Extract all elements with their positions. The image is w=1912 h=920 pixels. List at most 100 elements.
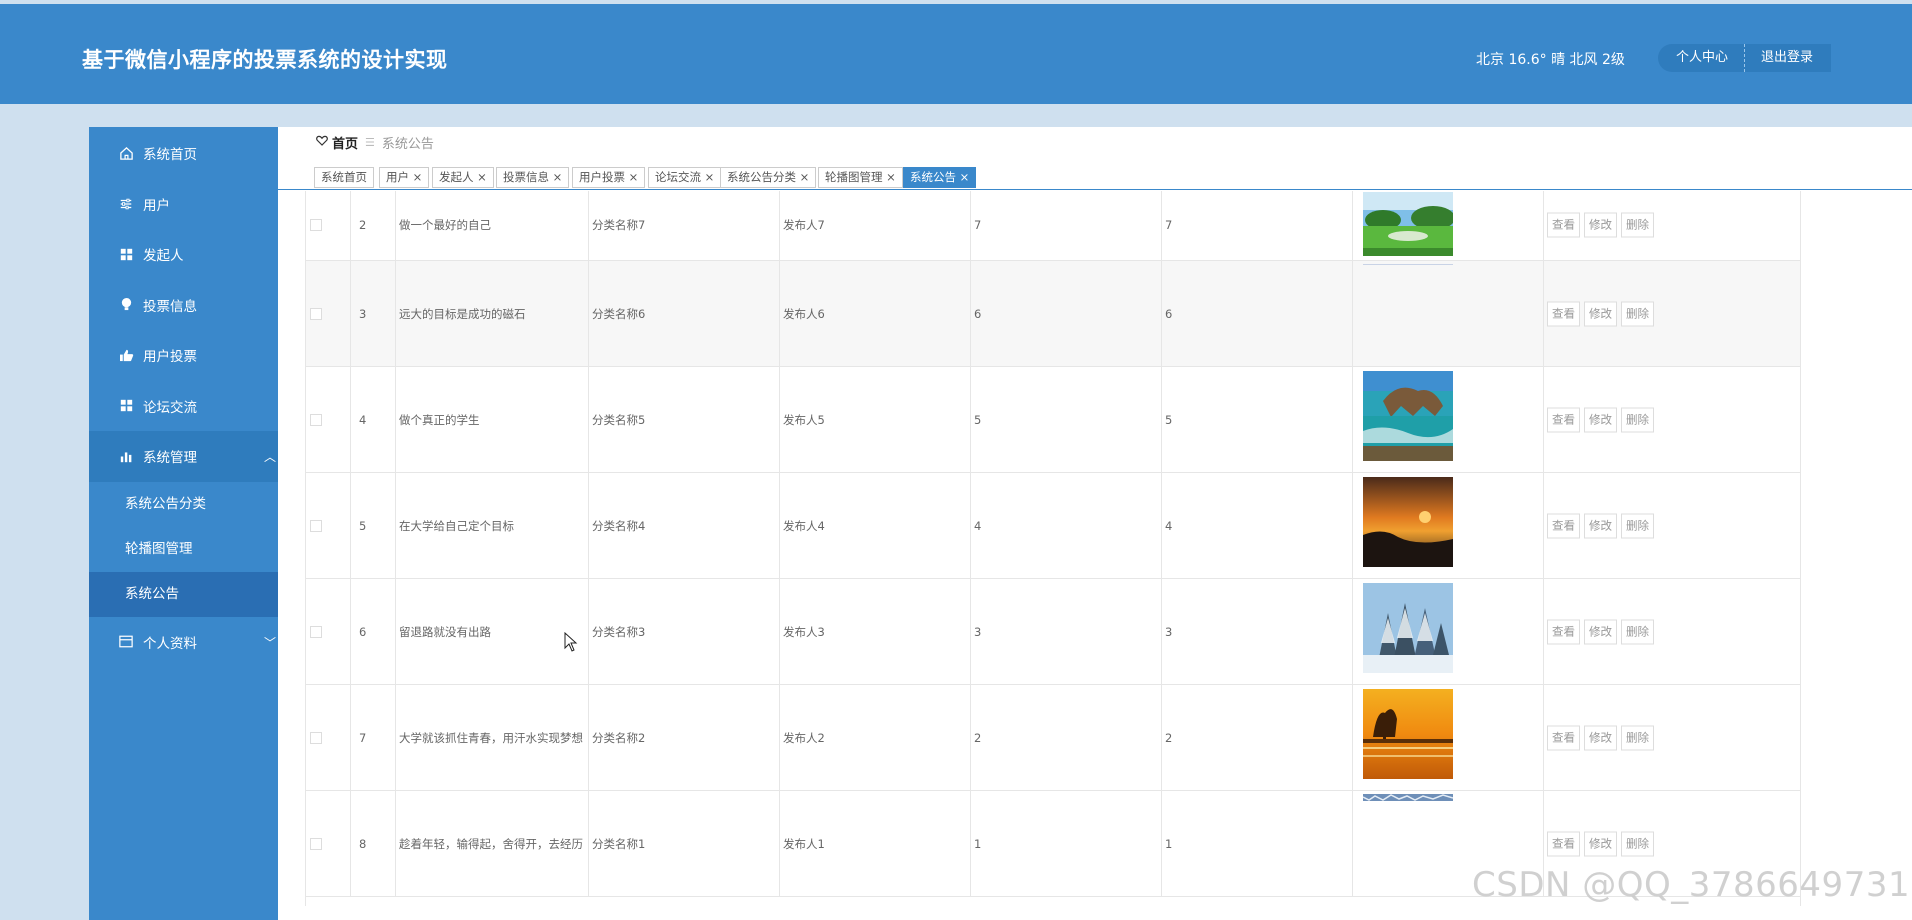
row-title: 趁着年轻，输得起，舍得开，去经历 — [399, 836, 583, 851]
sidebar-item-system-management[interactable]: 系统管理 ︿ — [89, 431, 278, 482]
tab-users[interactable]: 用户 × — [379, 167, 430, 188]
row-image-winter-strip — [1363, 794, 1453, 801]
tab-home[interactable]: 系统首页 — [314, 167, 374, 188]
row-image-sunset-lake — [1363, 689, 1453, 779]
sidebar-item-vote-info[interactable]: 投票信息 — [89, 280, 278, 331]
header-actions: 个人中心 退出登录 — [1658, 44, 1832, 72]
row-value-a: 2 — [974, 730, 982, 745]
row-index: 6 — [359, 624, 367, 639]
row-title: 做个真正的学生 — [399, 412, 480, 427]
row-value-b: 2 — [1165, 730, 1173, 745]
sidebar-item-label: 发起人 — [143, 248, 184, 265]
row-index: 5 — [359, 518, 367, 533]
row-image-snow-forest — [1363, 583, 1453, 673]
row-value-a: 7 — [974, 218, 982, 232]
row-category: 分类名称6 — [592, 306, 646, 321]
edit-button[interactable]: 修改 — [1584, 513, 1617, 538]
row-image-meadow — [1363, 192, 1453, 256]
vote-icon — [117, 346, 135, 364]
delete-button[interactable]: 删除 — [1621, 619, 1654, 644]
breadcrumb: 首页 ☰ 系统公告 — [316, 133, 434, 152]
edit-button[interactable]: 修改 — [1584, 301, 1617, 326]
row-category: 分类名称5 — [592, 412, 646, 427]
watermark: CSDN @QQ_3786649731 — [1472, 865, 1911, 905]
sidebar-item-initiator[interactable]: 发起人 — [89, 229, 278, 280]
tab-notice[interactable]: 系统公告 × — [903, 167, 977, 188]
sidebar-item-forum[interactable]: 论坛交流 — [89, 381, 278, 432]
table-row: 5 在大学给自己定个目标 分类名称4 发布人4 4 4 查看 修改 删除 — [306, 473, 1800, 579]
sidebar-item-user-vote[interactable]: 用户投票 — [89, 330, 278, 381]
view-button[interactable]: 查看 — [1547, 513, 1580, 538]
tab-bar: 系统首页 用户 × 发起人 × 投票信息 × 用户投票 × 论坛交流 × 系统公… — [278, 158, 1912, 190]
row-title: 在大学给自己定个目标 — [399, 518, 514, 533]
tab-initiator[interactable]: 发起人 × — [432, 167, 494, 188]
view-button[interactable]: 查看 — [1547, 619, 1580, 644]
tab-forum[interactable]: 论坛交流 × — [648, 167, 722, 188]
chevron-down-icon: ﹀ — [263, 635, 276, 650]
tab-vote-info[interactable]: 投票信息 × — [496, 167, 570, 188]
row-value-b: 1 — [1165, 836, 1173, 851]
row-value-a: 3 — [974, 624, 982, 639]
tab-user-vote[interactable]: 用户投票 × — [572, 167, 646, 188]
delete-button[interactable]: 删除 — [1621, 513, 1654, 538]
sidebar-item-profile[interactable]: 个人资料 ﹀ — [89, 617, 278, 668]
table-row: 3 远大的目标是成功的磁石 分类名称6 发布人6 6 6 查看 修改 删除 — [306, 261, 1800, 367]
grid-icon — [117, 397, 135, 415]
edit-button[interactable]: 修改 — [1584, 619, 1617, 644]
view-button[interactable]: 查看 — [1547, 407, 1580, 432]
delete-button[interactable]: 删除 — [1621, 725, 1654, 750]
row-title: 留退路就没有出路 — [399, 624, 491, 639]
view-button[interactable]: 查看 — [1547, 212, 1580, 238]
view-button[interactable]: 查看 — [1547, 725, 1580, 750]
row-checkbox[interactable] — [310, 837, 322, 850]
home-icon — [117, 144, 135, 162]
row-title: 大学就该抓住青春，用汗水实现梦想 — [399, 730, 583, 745]
row-checkbox[interactable] — [310, 413, 322, 426]
sidebar-item-label: 用户 — [143, 197, 170, 214]
tab-carousel[interactable]: 轮播图管理 × — [818, 167, 903, 188]
row-value-b: 3 — [1165, 624, 1173, 639]
sidebar-subitem-notice-category[interactable]: 系统公告分类 — [89, 482, 278, 527]
edit-button[interactable]: 修改 — [1584, 831, 1617, 856]
row-checkbox[interactable] — [310, 519, 322, 532]
edit-button[interactable]: 修改 — [1584, 725, 1617, 750]
view-button[interactable]: 查看 — [1547, 831, 1580, 856]
row-actions: 查看 修改 删除 — [1547, 407, 1658, 432]
edit-button[interactable]: 修改 — [1584, 407, 1617, 432]
table-row: 7 大学就该抓住青春，用汗水实现梦想 分类名称2 发布人2 2 2 查看 修改 … — [306, 685, 1800, 791]
view-button[interactable]: 查看 — [1547, 301, 1580, 326]
heart-icon — [316, 135, 328, 150]
app-header: 基于微信小程序的投票系统的设计实现 北京 16.6° 晴 北风 2级 个人中心 … — [0, 4, 1912, 104]
row-publisher: 发布人5 — [783, 412, 825, 427]
delete-button[interactable]: 删除 — [1621, 407, 1654, 432]
sidebar-item-label: 用户投票 — [143, 349, 197, 366]
row-value-b: 7 — [1165, 218, 1173, 232]
row-actions: 查看 修改 删除 — [1547, 619, 1658, 644]
row-value-a: 4 — [974, 518, 982, 533]
row-index: 8 — [359, 836, 367, 851]
sidebar-subitem-notice[interactable]: 系统公告 — [89, 571, 278, 617]
edit-button[interactable]: 修改 — [1584, 212, 1617, 238]
sidebar-item-home[interactable]: 系统首页 — [89, 128, 278, 179]
row-checkbox[interactable] — [310, 731, 322, 744]
row-category: 分类名称2 — [592, 730, 646, 745]
logout-button[interactable]: 退出登录 — [1745, 44, 1832, 72]
row-publisher: 发布人7 — [783, 218, 825, 232]
sidebar-item-label: 个人资料 — [143, 635, 197, 652]
delete-button[interactable]: 删除 — [1621, 212, 1654, 238]
delete-button[interactable]: 删除 — [1621, 301, 1654, 326]
row-index: 7 — [359, 730, 367, 745]
row-checkbox[interactable] — [310, 625, 322, 638]
sidebar-subitem-carousel[interactable]: 轮播图管理 — [89, 527, 278, 572]
tab-notice-category[interactable]: 系统公告分类 × — [720, 167, 817, 188]
row-checkbox[interactable] — [310, 307, 322, 320]
user-center-button[interactable]: 个人中心 — [1658, 44, 1746, 72]
sidebar-item-users[interactable]: 用户 — [89, 179, 278, 230]
chevron-up-icon: ︿ — [263, 450, 276, 464]
delete-button[interactable]: 删除 — [1621, 831, 1654, 856]
row-checkbox[interactable] — [310, 219, 322, 231]
breadcrumb-home[interactable]: 首页 — [332, 133, 358, 152]
row-image-sunset-sea — [1363, 477, 1453, 567]
row-publisher: 发布人4 — [783, 518, 825, 533]
row-value-a: 6 — [974, 306, 982, 321]
